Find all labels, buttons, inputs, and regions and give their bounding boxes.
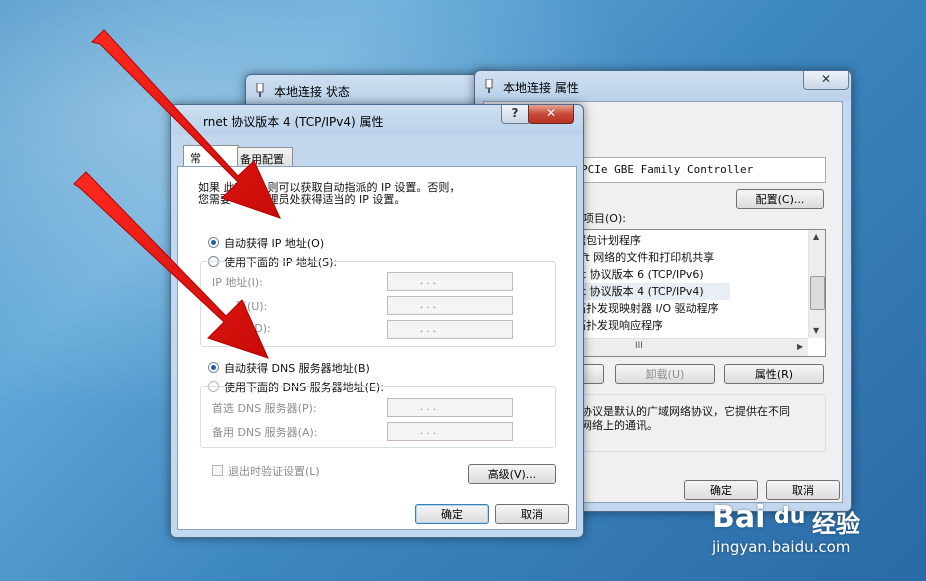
subnet-mask-input[interactable]: . . . — [387, 296, 513, 315]
preferred-dns-input[interactable]: . . . — [387, 398, 513, 417]
ip-address-label: IP 地址(I): — [212, 276, 263, 289]
alternate-dns-input[interactable]: . . . — [387, 422, 513, 441]
preferred-dns-label: 首选 DNS 服务器(P): — [212, 402, 317, 415]
gateway-label: (D): — [250, 322, 271, 335]
scroll-down-icon[interactable]: ▼ — [813, 326, 819, 335]
items-list[interactable]: 据包计划程序 oft 网络的文件和打印机共享 et 协议版本 6 (TCP/IP… — [574, 229, 826, 357]
configure-button[interactable]: 配置(C)... — [736, 189, 824, 209]
ip-dots: . . . — [420, 324, 436, 335]
adapter-name: PCIe GBE Family Controller — [581, 163, 754, 176]
ipv4-properties-dialog[interactable]: rnet 协议版本 4 (TCP/IPv4) 属性 ? ✕ 常 备用配置 如果 … — [170, 104, 584, 538]
ip-dots: . . . — [420, 402, 436, 413]
auto-dns-label[interactable]: 自动获得 DNS 服务器地址(B) — [224, 360, 370, 376]
scroll-right-icon[interactable]: ▶ — [797, 342, 803, 351]
ipv4-tab-panel: 如果 此功能，则可以获取自动指派的 IP 设置。否则， 您需要 系统管理员处获得… — [177, 166, 577, 530]
ip-dots: . . . — [420, 300, 436, 311]
validate-on-exit-checkbox[interactable] — [212, 465, 223, 476]
list-item[interactable]: 拓扑发现响应程序 — [575, 317, 663, 334]
cancel-button[interactable]: 取消 — [495, 504, 569, 524]
ip-dots: . . . — [420, 426, 436, 437]
ipv4-dialog-title: rnet 协议版本 4 (TCP/IPv4) 属性 — [203, 115, 384, 129]
cancel-button[interactable]: 取消 — [766, 480, 840, 500]
uninstall-button[interactable]: 卸载(U) — [615, 364, 715, 384]
list-item[interactable]: et 协议版本 6 (TCP/IPv6) — [575, 266, 704, 283]
list-item[interactable]: et 协议版本 4 (TCP/IPv4) — [575, 283, 730, 300]
ip-address-input[interactable]: . . . — [387, 272, 513, 291]
list-item[interactable]: oft 网络的文件和打印机共享 — [575, 249, 714, 266]
description-group: 协议是默认的广域网络协议，它提供在不同 网络上的通讯。 — [574, 394, 826, 452]
scroll-thumb[interactable] — [810, 276, 825, 310]
watermark-paw: du — [774, 504, 806, 529]
tab-general-label: 常 — [190, 152, 201, 165]
close-icon[interactable]: ✕ — [803, 71, 849, 90]
horizontal-scrollbar[interactable]: III ▶ — [575, 338, 808, 356]
subnet-mask-label: 码(U): — [236, 300, 268, 313]
validate-on-exit-label[interactable]: 退出时验证设置(L) — [228, 463, 320, 479]
watermark-jingyan: 经验 — [812, 510, 860, 538]
auto-ip-radio[interactable] — [208, 237, 219, 248]
watermark-brand: Bai — [712, 500, 766, 535]
status-window-title: 本地连接 状态 — [274, 85, 350, 99]
network-icon — [256, 83, 264, 97]
scroll-up-icon[interactable]: ▲ — [813, 232, 819, 241]
vertical-scrollbar[interactable]: ▲ ▼ — [808, 230, 825, 338]
tab-alternate[interactable]: 备用配置 — [237, 147, 293, 167]
ok-button[interactable]: 确定 — [415, 504, 489, 524]
auto-ip-label[interactable]: 自动获得 IP 地址(O) — [224, 235, 324, 251]
tab-alternate-label: 备用配置 — [240, 153, 284, 166]
ip-dots: . . . — [420, 276, 436, 287]
ok-button[interactable]: 确定 — [684, 480, 758, 500]
help-icon[interactable]: ? — [501, 105, 529, 124]
scroll-grip[interactable]: III — [635, 341, 643, 351]
list-item[interactable]: 据包计划程序 — [575, 232, 641, 249]
adapter-name-box: PCIe GBE Family Controller — [574, 157, 826, 183]
close-icon[interactable]: ✕ — [528, 105, 574, 124]
advanced-button[interactable]: 高级(V)... — [468, 464, 556, 484]
item-properties-button[interactable]: 属性(R) — [724, 364, 824, 384]
network-icon — [485, 79, 493, 93]
watermark-url: jingyan.baidu.com — [712, 538, 851, 556]
alternate-dns-label: 备用 DNS 服务器(A): — [212, 426, 318, 439]
tab-general[interactable]: 常 — [183, 145, 239, 168]
intro-text-line2: 您需要 系统管理员处获得适当的 IP 设置。 — [198, 193, 406, 206]
auto-dns-radio[interactable] — [208, 362, 219, 373]
description-text: 协议是默认的广域网络协议，它提供在不同 网络上的通讯。 — [581, 405, 790, 432]
list-item[interactable]: 拓扑发现映射器 I/O 驱动程序 — [575, 300, 719, 317]
gateway-input[interactable]: . . . — [387, 320, 513, 339]
properties-window-title: 本地连接 属性 — [503, 81, 579, 95]
